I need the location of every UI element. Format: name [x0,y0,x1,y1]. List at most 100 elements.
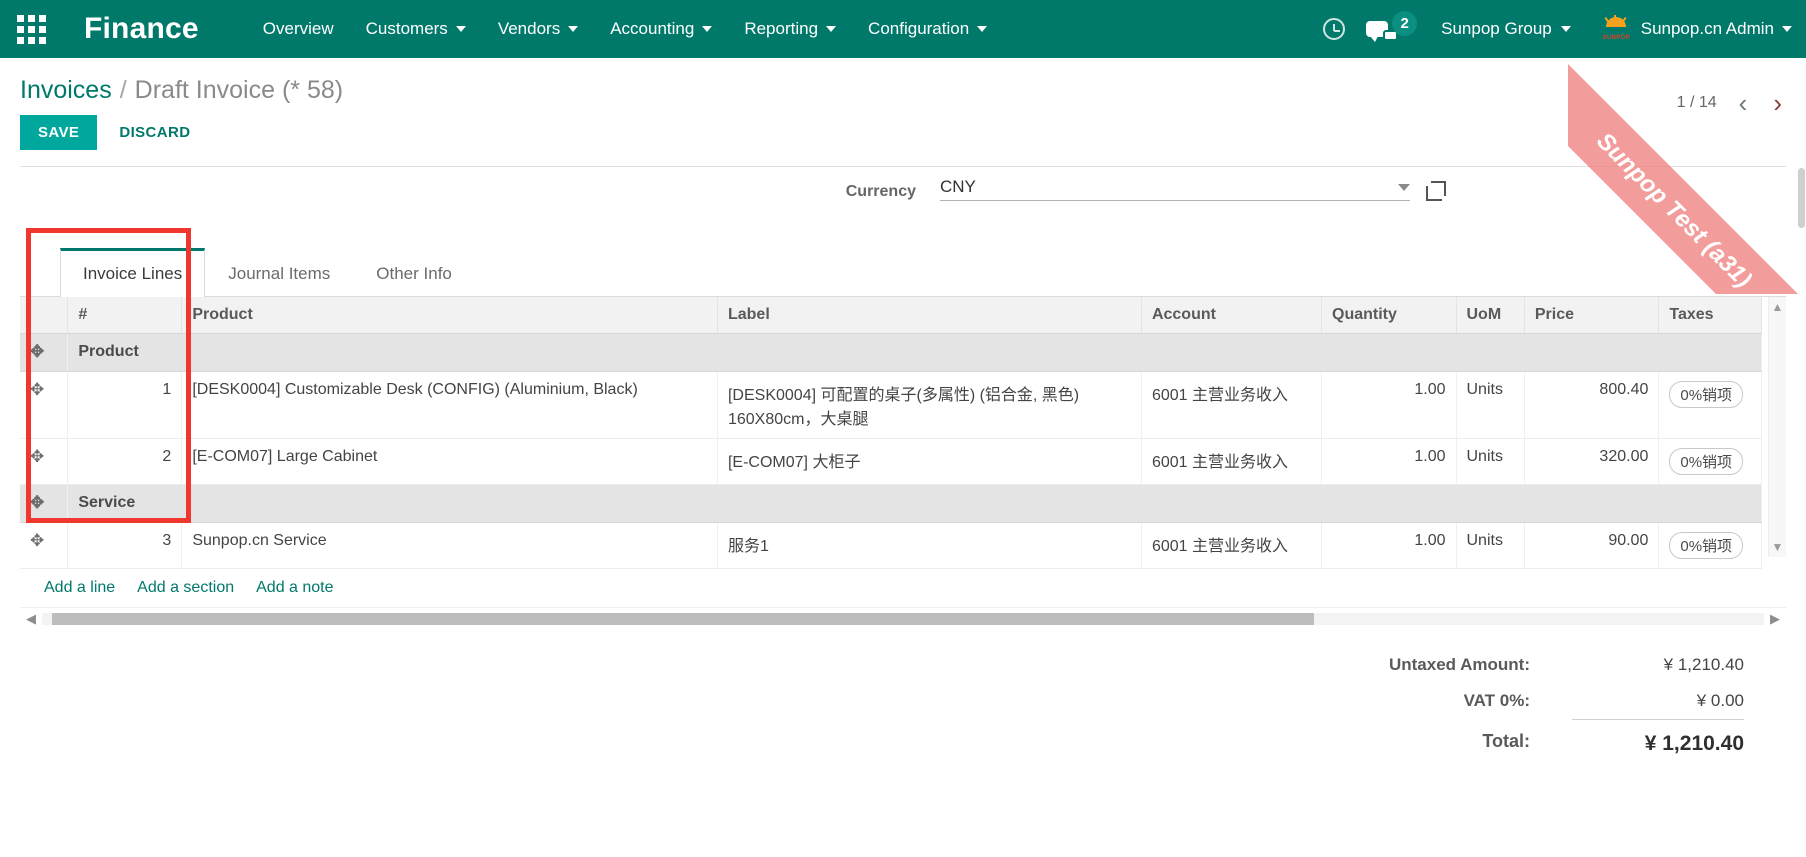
col-product[interactable]: Product [181,297,718,334]
external-link-icon[interactable] [1426,181,1446,201]
messages-button[interactable]: 2 [1358,10,1423,42]
col-price[interactable]: Price [1524,297,1660,334]
drag-handle-cell[interactable]: ✥ [20,333,69,372]
cell-product[interactable]: [DESK0004] Customizable Desk (CONFIG) (A… [181,371,718,439]
drag-handle-cell[interactable]: ✥ [20,438,69,485]
tab-invoice-lines[interactable]: Invoice Lines [60,248,206,297]
breadcrumb-invoices[interactable]: Invoices [20,76,112,105]
menu-accounting[interactable]: Accounting [594,11,728,47]
main-menu: Overview Customers Vendors Accounting Re… [247,11,1003,47]
totals-untaxed-row: Untaxed Amount: ¥ 1,210.40 [1389,647,1744,683]
chevron-down-icon [826,26,837,32]
menu-customers[interactable]: Customers [350,11,482,47]
add-row-links: Add a line Add a section Add a note [20,569,1786,605]
drag-handle-icon[interactable]: ✥ [30,343,44,360]
cell-price[interactable]: 800.40 [1524,371,1660,439]
add-a-section-link[interactable]: Add a section [137,579,234,597]
add-a-note-link[interactable]: Add a note [256,579,333,597]
activity-button[interactable] [1314,9,1354,49]
drag-handle-icon[interactable]: ✥ [30,448,44,465]
col-label[interactable]: Label [717,297,1142,334]
cell-taxes[interactable]: 0%销项 [1658,371,1762,439]
table-header-row: # Product Label Account Quantity UoM Pri… [20,297,1762,334]
tab-other-info[interactable]: Other Info [353,250,475,297]
cell-taxes[interactable]: 0%销项 [1658,522,1762,569]
notebook-tabs: Invoice Lines Journal Items Other Info [20,247,1786,297]
tab-journal-items[interactable]: Journal Items [205,250,353,297]
cell-uom[interactable]: Units [1456,371,1525,439]
drag-handle-icon[interactable]: ✥ [30,494,44,511]
cell-uom[interactable]: Units [1456,522,1525,569]
chevron-down-icon [455,26,466,32]
menu-overview-label: Overview [262,19,334,38]
scroll-right-icon[interactable]: ▶ [1764,611,1786,627]
drag-handle-cell[interactable]: ✥ [20,484,69,523]
pager-previous-button[interactable]: ‹ [1735,90,1752,116]
scroll-up-icon[interactable]: ▲ [1769,300,1786,314]
cell-price[interactable]: 320.00 [1524,438,1660,485]
menu-overview[interactable]: Overview [247,11,350,47]
page-scrollbar[interactable] [1796,160,1806,857]
breadcrumb: Invoices / Draft Invoice (* 58) [20,58,1786,109]
cell-product[interactable]: Sunpop.cn Service [181,522,718,569]
invoice-lines-table: # Product Label Account Quantity UoM Pri… [20,297,1762,569]
cell-account[interactable]: 6001 主营业务收入 [1141,438,1323,485]
cell-label[interactable]: [DESK0004] 可配置的桌子(多属性) (铝合金, 黑色) 160X80c… [717,371,1142,439]
menu-configuration[interactable]: Configuration [852,11,1003,47]
cell-product[interactable]: [E-COM07] Large Cabinet [181,438,718,485]
cell-quantity[interactable]: 1.00 [1321,371,1457,439]
scroll-left-icon[interactable]: ◀ [20,611,42,627]
table-section-row[interactable]: ✥ Product [20,333,1762,372]
col-taxes[interactable]: Taxes [1658,297,1762,334]
apps-menu-button[interactable] [0,0,62,58]
cell-quantity[interactable]: 1.00 [1321,438,1457,485]
cell-taxes[interactable]: 0%销项 [1658,438,1762,485]
save-button[interactable]: SAVE [20,115,98,150]
horizontal-scroll-thumb[interactable] [52,612,1314,625]
breadcrumb-current: Draft Invoice (* 58) [134,76,344,104]
page-scrollbar-thumb[interactable] [1798,168,1805,228]
cell-label[interactable]: [E-COM07] 大柜子 [717,438,1142,485]
lines-vertical-scrollbar[interactable]: ▲ ▼ [1768,297,1786,557]
discard-button[interactable]: DISCARD [105,115,204,150]
cell-quantity[interactable]: 1.00 [1321,522,1457,569]
apps-grid-icon [16,14,46,44]
col-quantity[interactable]: Quantity [1321,297,1457,334]
cell-uom[interactable]: Units [1456,438,1525,485]
app-brand[interactable]: Finance [84,12,199,46]
invoice-lines-table-container: # Product Label Account Quantity UoM Pri… [20,297,1786,569]
pager-next-button[interactable]: › [1769,90,1786,116]
col-uom[interactable]: UoM [1456,297,1525,334]
add-a-line-link[interactable]: Add a line [44,579,115,597]
cell-label[interactable]: 服务1 [717,522,1142,569]
cell-price[interactable]: 90.00 [1524,522,1660,569]
table-section-row[interactable]: ✥ Service [20,484,1762,523]
totals-vat-row: VAT 0%: ¥ 0.00 [1389,683,1744,720]
breadcrumb-separator: / [119,76,127,104]
cell-account[interactable]: 6001 主营业务收入 [1141,371,1323,439]
col-account[interactable]: Account [1141,297,1323,334]
sunpop-logo-icon: SUNPOP [1599,15,1633,43]
lines-horizontal-scrollbar[interactable]: ◀ ▶ [20,607,1786,629]
horizontal-scroll-track[interactable] [42,612,1764,625]
tab-invoice-lines-label: Invoice Lines [83,264,183,283]
user-menu[interactable]: SUNPOP Sunpop.cn Admin [1589,15,1792,43]
cell-account[interactable]: 6001 主营业务收入 [1141,522,1323,569]
menu-vendors[interactable]: Vendors [482,11,594,47]
drag-handle-cell[interactable]: ✥ [20,371,69,439]
chevron-down-icon [568,26,579,32]
table-row[interactable]: ✥ 2 [E-COM07] Large Cabinet [E-COM07] 大柜… [20,438,1762,485]
table-row[interactable]: ✥ 1 [DESK0004] Customizable Desk (CONFIG… [20,371,1762,439]
drag-handle-icon[interactable]: ✥ [30,532,44,549]
table-row[interactable]: ✥ 3 Sunpop.cn Service 服务1 6001 主营业务收入 1.… [20,522,1762,569]
col-number[interactable]: # [67,297,183,334]
totals-total-row: Total: ¥ 1,210.40 [1389,719,1744,764]
drag-handle-cell[interactable]: ✥ [20,522,69,569]
menu-reporting[interactable]: Reporting [728,11,852,47]
company-switcher[interactable]: Sunpop Group [1427,11,1585,47]
chevron-down-icon[interactable] [1398,183,1410,191]
drag-handle-icon[interactable]: ✥ [30,381,44,398]
currency-input[interactable]: CNY [940,177,1410,201]
vat-label: VAT 0%: [1463,691,1530,711]
scroll-down-icon[interactable]: ▼ [1769,540,1786,554]
